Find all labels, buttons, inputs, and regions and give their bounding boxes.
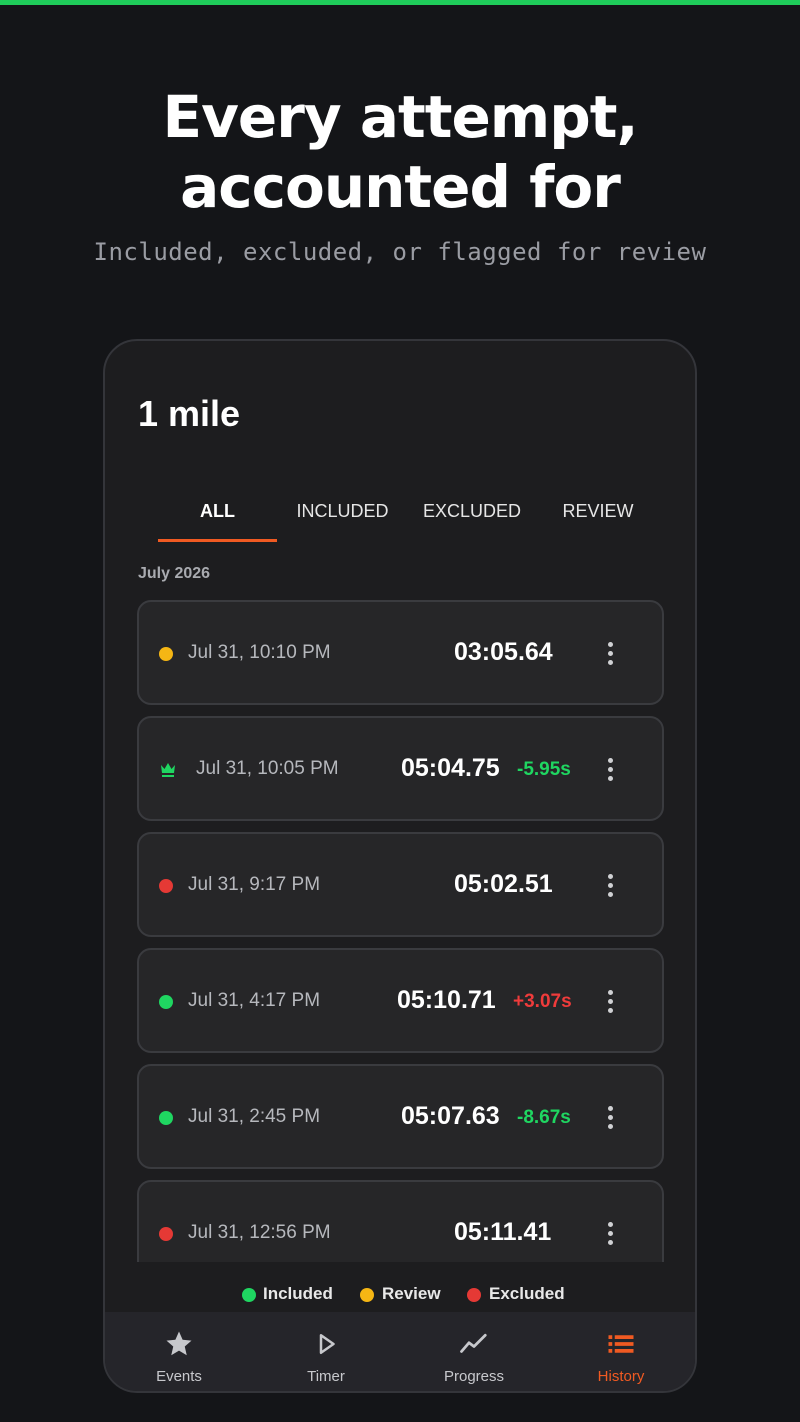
attempt-time: 05:07.63: [401, 1102, 500, 1130]
tab-all[interactable]: ALL: [158, 491, 277, 543]
more-options-icon[interactable]: [601, 1102, 621, 1134]
more-options-icon[interactable]: [601, 754, 621, 786]
attempt-date: Jul 31, 10:10 PM: [188, 642, 331, 663]
more-options-icon[interactable]: [601, 1218, 621, 1250]
attempt-date: Jul 31, 2:45 PM: [188, 1106, 321, 1127]
play-icon: [319, 1334, 335, 1354]
tab-review[interactable]: REVIEW: [543, 491, 653, 543]
attempt-time: 05:02.51: [454, 870, 553, 898]
included-status-dot: [159, 995, 173, 1009]
hero-title-line-2: accounted for: [180, 153, 621, 221]
legend-excluded: Excluded: [489, 1284, 565, 1303]
crown-icon: [161, 763, 175, 777]
hero-title: Every attempt, accounted for: [0, 82, 800, 222]
phone-frame: 1 mile ALL INCLUDED EXCLUDED REVIEW July…: [103, 339, 697, 1393]
attempt-row[interactable]: Jul 31, 2:45 PM 05:07.63 -8.67s: [137, 1064, 664, 1169]
hero-subtitle: Included, excluded, or flagged for revie…: [93, 238, 707, 266]
hero-title-line-1: Every attempt,: [162, 83, 638, 151]
attempt-row[interactable]: Jul 31, 9:17 PM 05:02.51: [137, 832, 664, 937]
attempt-row[interactable]: Jul 31, 10:10 PM 03:05.64: [137, 600, 664, 705]
attempt-time: 03:05.64: [454, 638, 553, 666]
nav-timer-label: Timer: [307, 1368, 345, 1385]
bottom-nav: Events Timer Progress History: [105, 1312, 695, 1391]
active-tab-indicator: [158, 539, 277, 542]
nav-history[interactable]: History: [547, 1312, 695, 1391]
attempt-delta: +3.07s: [513, 991, 572, 1012]
nav-history-label: History: [597, 1368, 645, 1385]
nav-progress-label: Progress: [443, 1368, 505, 1385]
attempt-date: Jul 31, 4:17 PM: [188, 990, 321, 1011]
legend-review: Review: [382, 1284, 441, 1303]
included-status-dot: [159, 1111, 173, 1125]
attempt-list: Jul 31, 10:10 PM 03:05.64 Jul 31, 10:05 …: [137, 600, 665, 1262]
attempt-date: Jul 31, 10:05 PM: [196, 758, 339, 779]
screen-title: 1 mile: [138, 393, 241, 434]
review-legend-dot: [360, 1288, 374, 1302]
nav-timer[interactable]: Timer: [252, 1312, 400, 1391]
legend-included: Included: [263, 1284, 333, 1303]
nav-events-label: Events: [156, 1368, 202, 1385]
attempt-row[interactable]: Jul 31, 4:17 PM 05:10.71 +3.07s: [137, 948, 664, 1053]
tab-included[interactable]: INCLUDED: [285, 491, 400, 543]
attempt-time: 05:11.41: [454, 1218, 552, 1246]
nav-events[interactable]: Events: [105, 1312, 253, 1391]
status-legend: Included Review Excluded: [105, 1274, 695, 1314]
nav-progress[interactable]: Progress: [400, 1312, 548, 1391]
filter-tabs: ALL INCLUDED EXCLUDED REVIEW: [105, 491, 695, 543]
attempt-time: 05:10.71: [397, 986, 496, 1014]
attempt-row[interactable]: Jul 31, 10:05 PM 05:04.75 -5.95s: [137, 716, 664, 821]
attempt-date: Jul 31, 12:56 PM: [188, 1222, 331, 1243]
attempt-row[interactable]: Jul 31, 12:56 PM 05:11.41: [137, 1180, 664, 1262]
attempt-delta: -5.95s: [517, 759, 571, 780]
more-options-icon[interactable]: [601, 870, 621, 902]
month-header: July 2026: [138, 565, 211, 582]
attempt-time: 05:04.75: [401, 754, 500, 782]
trend-line-icon: [460, 1333, 487, 1353]
attempt-date: Jul 31, 9:17 PM: [188, 874, 321, 895]
more-options-icon[interactable]: [601, 638, 621, 670]
review-status-dot: [159, 647, 173, 661]
more-options-icon[interactable]: [601, 986, 621, 1018]
hero: Every attempt, accounted for Included, e…: [0, 82, 800, 266]
attempt-delta: -8.67s: [517, 1107, 571, 1128]
list-icon: [608, 1335, 634, 1353]
excluded-status-dot: [159, 879, 173, 893]
included-legend-dot: [242, 1288, 256, 1302]
star-icon: [166, 1331, 192, 1356]
excluded-legend-dot: [467, 1288, 481, 1302]
top-accent-bar: [0, 0, 800, 5]
excluded-status-dot: [159, 1227, 173, 1241]
tab-excluded[interactable]: EXCLUDED: [412, 491, 532, 543]
